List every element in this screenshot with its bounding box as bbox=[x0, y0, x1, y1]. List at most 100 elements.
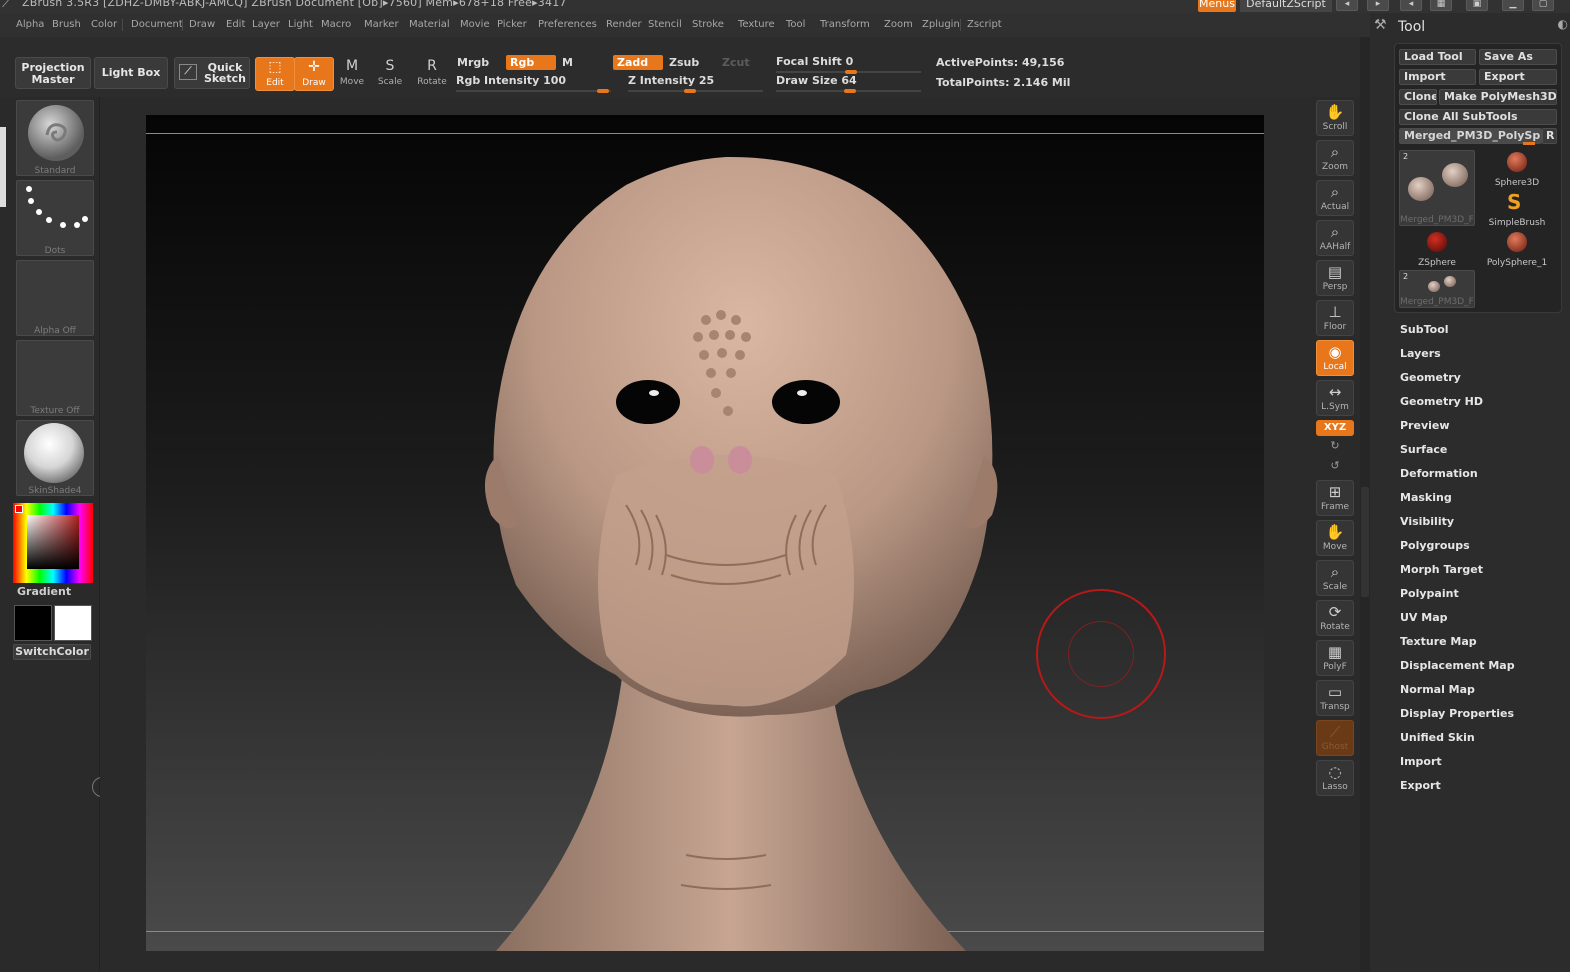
save-as-button[interactable]: Save As bbox=[1479, 49, 1557, 65]
rgb-intensity-knob[interactable] bbox=[597, 89, 609, 93]
section-normal-map[interactable]: Normal Map bbox=[1400, 683, 1475, 696]
menu-picker[interactable]: Picker bbox=[497, 19, 527, 30]
minimize-icon[interactable]: ▁ bbox=[1502, 0, 1524, 11]
texture-selector[interactable]: Texture Off bbox=[16, 340, 94, 416]
tool-thumb-merged-2[interactable]: 2 Merged_PM3D_F bbox=[1399, 270, 1475, 308]
lock-icon[interactable]: ▣ bbox=[1466, 0, 1488, 11]
frame-button[interactable]: ⊞ Frame bbox=[1316, 480, 1354, 516]
section-polygroups[interactable]: Polygroups bbox=[1400, 539, 1470, 552]
menu-edit[interactable]: Edit bbox=[226, 19, 245, 30]
rotate-y-icon[interactable]: ↻ bbox=[1326, 439, 1344, 453]
draw-button[interactable]: ✛ Draw bbox=[294, 57, 334, 91]
menu-zscript[interactable]: Zscript bbox=[967, 19, 1002, 30]
section-polypaint[interactable]: Polypaint bbox=[1400, 587, 1459, 600]
menu-zplugin[interactable]: Zplugin bbox=[922, 19, 960, 30]
actual-button[interactable]: ⌕ Actual bbox=[1316, 180, 1354, 216]
zadd-button[interactable]: Zadd bbox=[613, 55, 663, 70]
section-uv-map[interactable]: UV Map bbox=[1400, 611, 1448, 624]
persp-button[interactable]: ▤ Persp bbox=[1316, 260, 1354, 296]
scale-view-button[interactable]: ⌕ Scale bbox=[1316, 560, 1354, 596]
scroll-left-icon[interactable]: ◂ bbox=[1336, 0, 1358, 11]
menu-macro[interactable]: Macro bbox=[321, 19, 351, 30]
switch-color-button[interactable]: SwitchColor bbox=[13, 644, 91, 660]
menu-layer[interactable]: Layer bbox=[252, 19, 280, 30]
section-geometry-hd[interactable]: Geometry HD bbox=[1400, 395, 1483, 408]
tool-thumb-zsphere[interactable]: ZSphere bbox=[1399, 230, 1475, 268]
scroll-right-icon[interactable]: ▸ bbox=[1367, 0, 1389, 11]
menu-document[interactable]: Document bbox=[131, 19, 183, 30]
move-view-button[interactable]: ✋ Move bbox=[1316, 520, 1354, 556]
section-morph-target[interactable]: Morph Target bbox=[1400, 563, 1483, 576]
draw-size-knob[interactable] bbox=[844, 89, 856, 93]
alpha-selector[interactable]: Alpha Off bbox=[16, 260, 94, 336]
menu-movie[interactable]: Movie bbox=[460, 19, 490, 30]
section-unified-skin[interactable]: Unified Skin bbox=[1400, 731, 1475, 744]
section-geometry[interactable]: Geometry bbox=[1400, 371, 1461, 384]
section-displacement-map[interactable]: Displacement Map bbox=[1400, 659, 1515, 672]
menu-color[interactable]: Color bbox=[91, 19, 117, 30]
import-tool-button[interactable]: Import bbox=[1399, 69, 1476, 85]
brush-selector[interactable]: Standard bbox=[16, 100, 94, 176]
layout-prev-icon[interactable]: ◂ bbox=[1400, 0, 1422, 11]
document-canvas[interactable] bbox=[146, 115, 1264, 951]
section-deformation[interactable]: Deformation bbox=[1400, 467, 1478, 480]
menu-stroke[interactable]: Stroke bbox=[692, 19, 724, 30]
rgb-intensity-slider[interactable]: Rgb Intensity 100 bbox=[456, 73, 611, 93]
menu-preferences[interactable]: Preferences bbox=[538, 19, 597, 30]
section-preview[interactable]: Preview bbox=[1400, 419, 1450, 432]
aahalf-button[interactable]: ⌕ AAHalf bbox=[1316, 220, 1354, 256]
local-button[interactable]: ◉ Local bbox=[1316, 340, 1354, 376]
stroke-selector[interactable]: Dots bbox=[16, 180, 94, 256]
palette-divider[interactable] bbox=[1360, 37, 1370, 972]
section-surface[interactable]: Surface bbox=[1400, 443, 1447, 456]
rgb-button[interactable]: Rgb bbox=[506, 55, 556, 70]
tool-palette-header[interactable]: ⚒ Tool ◐ bbox=[1370, 17, 1570, 39]
ghost-button[interactable]: ⟋ Ghost bbox=[1316, 720, 1354, 756]
palette-dock-icon[interactable]: ◐ bbox=[1558, 17, 1568, 31]
rotate-z-icon[interactable]: ↺ bbox=[1326, 459, 1344, 473]
zsub-button[interactable]: Zsub bbox=[665, 55, 715, 70]
rotate-button[interactable]: R Rotate bbox=[412, 57, 452, 91]
primary-color-swatch[interactable] bbox=[14, 605, 52, 641]
scroll-button[interactable]: ✋ Scroll bbox=[1316, 100, 1354, 136]
alien-head-model[interactable] bbox=[146, 115, 1264, 951]
load-tool-button[interactable]: Load Tool bbox=[1399, 49, 1476, 65]
menu-draw[interactable]: Draw bbox=[189, 19, 215, 30]
menu-texture[interactable]: Texture bbox=[738, 19, 775, 30]
section-export[interactable]: Export bbox=[1400, 779, 1441, 792]
maximize-icon[interactable]: ▢ bbox=[1532, 0, 1554, 11]
menu-stencil[interactable]: Stencil bbox=[648, 19, 682, 30]
menu-brush[interactable]: Brush bbox=[52, 19, 81, 30]
focal-shift-slider[interactable]: Focal Shift 0 bbox=[776, 54, 921, 74]
projection-master-button[interactable]: Projection Master bbox=[15, 57, 91, 89]
section-display-properties[interactable]: Display Properties bbox=[1400, 707, 1514, 720]
section-masking[interactable]: Masking bbox=[1400, 491, 1452, 504]
color-saturation-field[interactable] bbox=[27, 515, 79, 569]
scale-button[interactable]: S Scale bbox=[370, 57, 410, 91]
current-tool-slider[interactable]: Merged_PM3D_PolySphere bbox=[1399, 128, 1542, 144]
export-tool-button[interactable]: Export bbox=[1479, 69, 1557, 85]
tool-thumb-polysphere[interactable]: PolySphere_1 bbox=[1479, 230, 1555, 268]
floor-button[interactable]: ⊥ Floor bbox=[1316, 300, 1354, 336]
menu-transform[interactable]: Transform bbox=[820, 19, 870, 30]
tool-thumb-sphere3d[interactable]: Sphere3D bbox=[1479, 150, 1555, 188]
section-visibility[interactable]: Visibility bbox=[1400, 515, 1454, 528]
material-selector[interactable]: SkinShade4 bbox=[16, 420, 94, 496]
lsym-button[interactable]: ↔ L.Sym bbox=[1316, 380, 1354, 416]
section-import[interactable]: Import bbox=[1400, 755, 1442, 768]
draw-size-slider[interactable]: Draw Size 64 bbox=[776, 73, 921, 93]
polyf-button[interactable]: ▦ PolyF bbox=[1316, 640, 1354, 676]
edit-button[interactable]: ⬚ Edit bbox=[255, 57, 295, 91]
tool-thumb-merged-1[interactable]: 2 Merged_PM3D_F bbox=[1399, 150, 1475, 226]
rotate-view-button[interactable]: ⟳ Rotate bbox=[1316, 600, 1354, 636]
move-button[interactable]: M Move bbox=[332, 57, 372, 91]
color-marker[interactable] bbox=[15, 505, 23, 513]
default-zscript-button[interactable]: DefaultZScript bbox=[1240, 0, 1332, 12]
tool-thumb-simplebrush[interactable]: S SimpleBrush bbox=[1479, 190, 1555, 228]
menu-alpha[interactable]: Alpha bbox=[16, 19, 44, 30]
clone-all-subtools-button[interactable]: Clone All SubTools bbox=[1399, 109, 1557, 125]
quick-sketch-button[interactable]: ⟋ Quick Sketch bbox=[174, 57, 250, 89]
menu-material[interactable]: Material bbox=[409, 19, 450, 30]
menu-render[interactable]: Render bbox=[606, 19, 642, 30]
z-intensity-knob[interactable] bbox=[684, 89, 696, 93]
